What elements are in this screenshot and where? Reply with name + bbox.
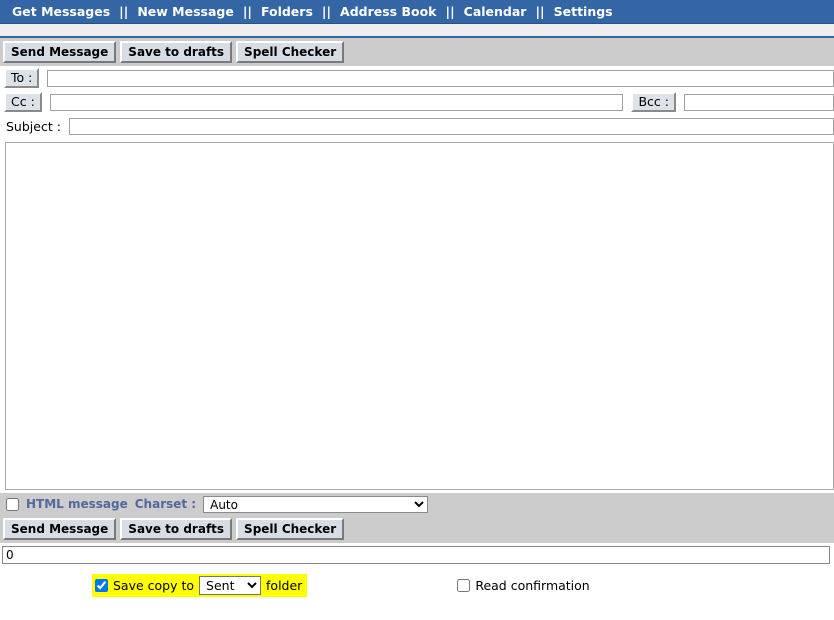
message-body-wrapper — [0, 138, 834, 493]
read-confirmation-group: Read confirmation — [457, 578, 590, 593]
save-copy-folder-select[interactable]: Sent — [199, 576, 262, 595]
nav-separator: || — [321, 4, 332, 19]
nav-item-calendar[interactable]: Calendar — [458, 4, 533, 19]
attachment-input[interactable] — [2, 546, 830, 564]
compose-header-fields: To : Cc : Bcc : Subject : — [0, 66, 834, 138]
main-navigation-bar: Get Messages || New Message || Folders |… — [0, 0, 834, 24]
cc-input[interactable] — [49, 93, 624, 111]
to-row: To : — [0, 66, 834, 90]
compose-footer-options: Save copy to Sent folder Read confirmati… — [0, 567, 834, 597]
nav-item-folders[interactable]: Folders — [255, 4, 319, 19]
subject-label: Subject : — [6, 118, 61, 134]
save-to-drafts-button-bottom[interactable]: Save to drafts — [120, 518, 233, 540]
to-label-button[interactable]: To : — [4, 68, 40, 88]
nav-item-get-messages[interactable]: Get Messages — [6, 4, 116, 19]
save-copy-checkbox[interactable] — [95, 579, 108, 592]
read-confirmation-label: Read confirmation — [475, 578, 590, 593]
attachment-row — [0, 543, 834, 567]
nav-separator: || — [242, 4, 252, 19]
to-input[interactable] — [47, 69, 834, 87]
html-message-label: HTML message — [26, 497, 128, 511]
send-message-button-top[interactable]: Send Message — [3, 41, 117, 63]
nav-item-address-book[interactable]: Address Book — [334, 4, 442, 19]
subject-input[interactable] — [68, 117, 834, 135]
spell-checker-button-bottom[interactable]: Spell Checker — [236, 518, 345, 540]
save-copy-prefix-label: Save copy to — [113, 578, 195, 593]
bcc-input[interactable] — [684, 93, 834, 111]
header-spacer-band — [0, 24, 834, 36]
save-copy-highlight-group: Save copy to Sent folder — [92, 574, 308, 597]
save-to-drafts-button-top[interactable]: Save to drafts — [120, 41, 233, 63]
nav-separator: || — [535, 4, 545, 19]
charset-label: Charset : — [134, 497, 197, 511]
read-confirmation-checkbox[interactable] — [457, 579, 471, 592]
save-copy-suffix-label: folder — [266, 578, 303, 593]
message-body-textarea[interactable] — [5, 142, 834, 490]
nav-item-settings[interactable]: Settings — [548, 4, 619, 19]
spell-checker-button-top[interactable]: Spell Checker — [236, 41, 345, 63]
subject-row: Subject : — [0, 114, 834, 138]
compose-options-strip: HTML message Charset : Auto — [0, 493, 834, 515]
compose-toolbar-top: Send Message Save to drafts Spell Checke… — [0, 38, 834, 66]
compose-toolbar-bottom: Send Message Save to drafts Spell Checke… — [0, 515, 834, 543]
nav-item-new-message[interactable]: New Message — [131, 4, 240, 19]
charset-select[interactable]: Auto — [203, 495, 429, 513]
send-message-button-bottom[interactable]: Send Message — [3, 518, 117, 540]
bcc-label-button[interactable]: Bcc : — [631, 92, 676, 112]
cc-label-button[interactable]: Cc : — [4, 92, 42, 112]
cc-bcc-row: Cc : Bcc : — [0, 90, 834, 114]
nav-separator: || — [119, 4, 129, 19]
html-message-checkbox[interactable] — [6, 497, 19, 511]
nav-separator: || — [445, 4, 455, 19]
